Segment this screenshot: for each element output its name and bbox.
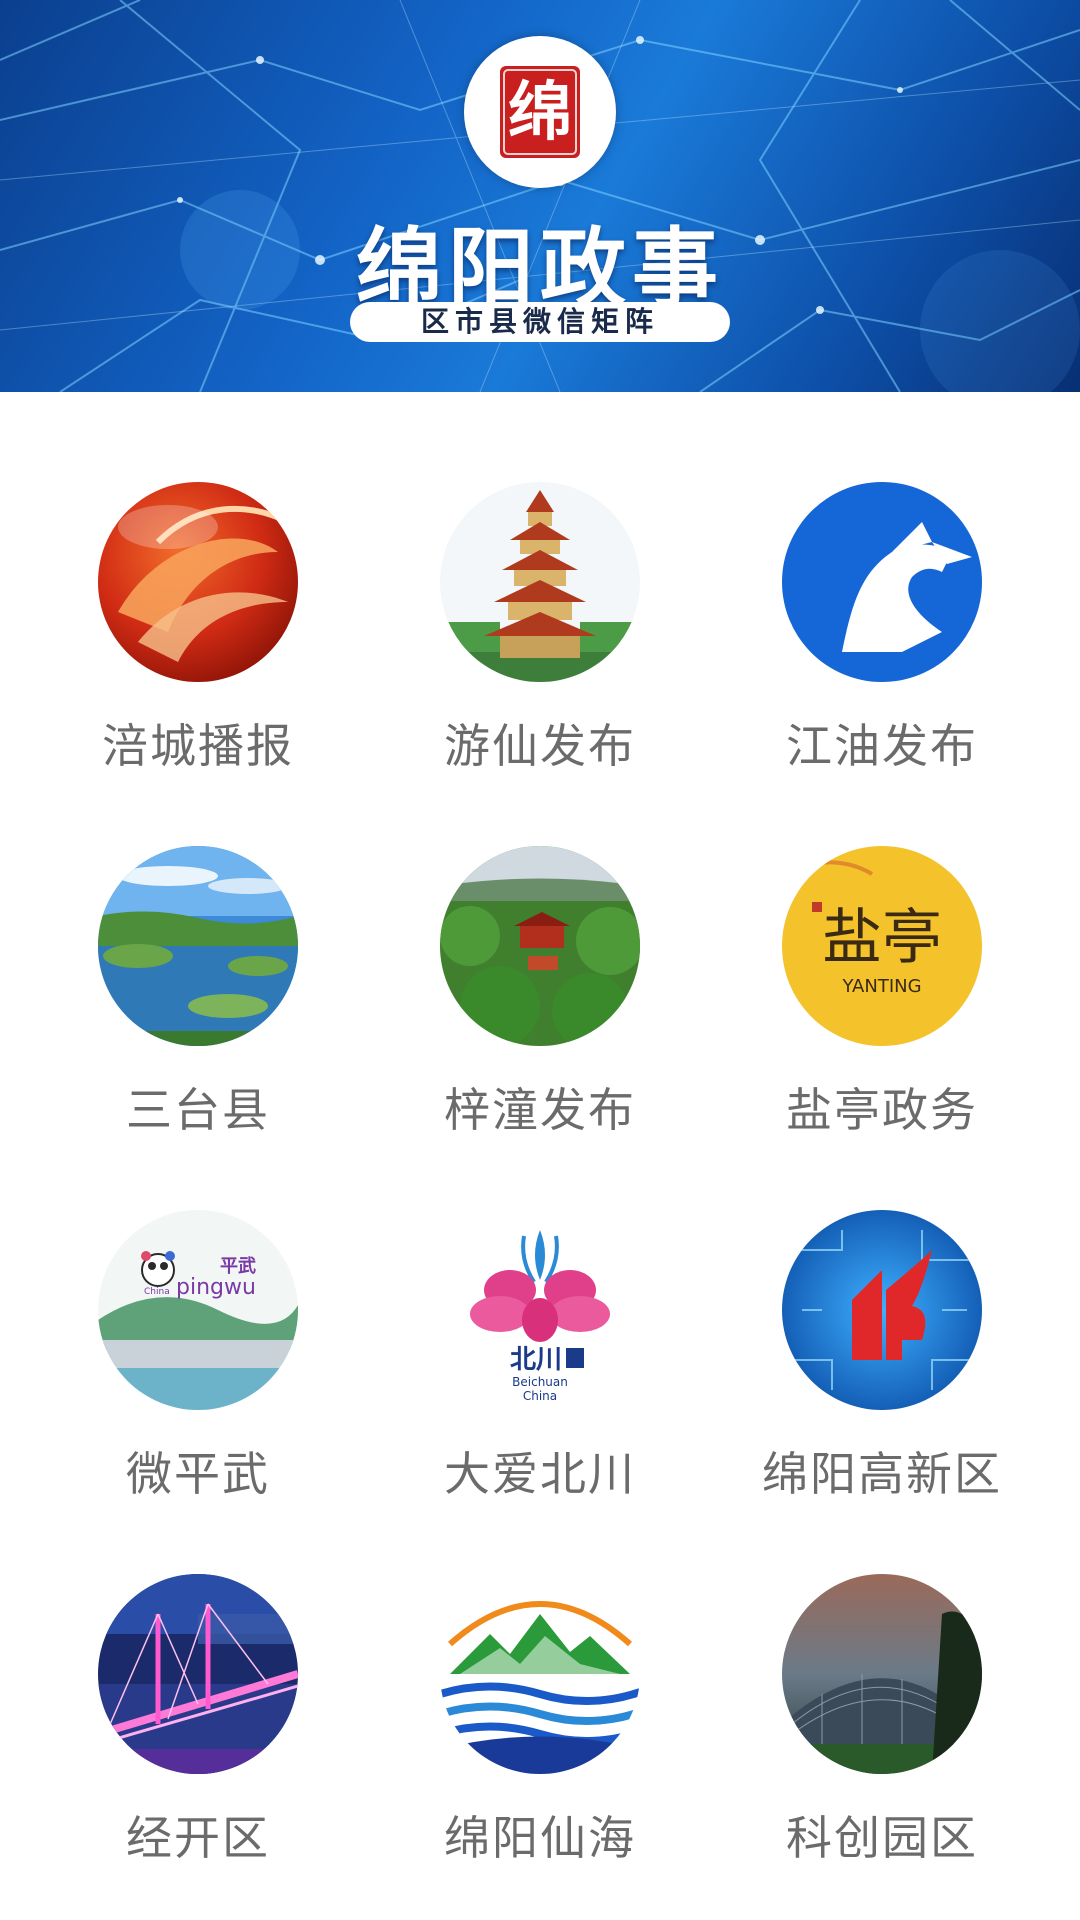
account-tile-jingkai[interactable]: 经开区 [48, 1484, 348, 1865]
account-label: 科创园区 [786, 1811, 978, 1865]
account-label: 绵阳仙海 [444, 1811, 636, 1865]
account-tile-pingwu[interactable]: China 平武 pingwu 微平武 [48, 1120, 348, 1501]
gaoxin-circuit-logo-icon [782, 1210, 982, 1410]
account-tile-fucheng[interactable]: 涪城播报 [48, 392, 348, 773]
kechuang-dome-photo-icon [782, 1574, 982, 1774]
svg-text:绵: 绵 [508, 75, 572, 150]
account-tile-kechuang[interactable]: 科创园区 [732, 1484, 1032, 1865]
account-tile-xianhai[interactable]: 绵阳仙海 [390, 1484, 690, 1865]
svg-text:China: China [144, 1287, 170, 1297]
page: 绵 绵阳政事 区市县微信矩阵 涪城播报 游仙发布 李白故里 江油发布 三台县 梓… [0, 0, 1080, 1920]
xianhai-mountain-logo-icon [440, 1574, 640, 1774]
account-tile-youxian[interactable]: 游仙发布 [390, 392, 690, 773]
yanting-logo-icon: 盐亭 YANTING [782, 846, 982, 1046]
account-grid: 涪城播报 游仙发布 李白故里 江油发布 三台县 梓潼发布 盐亭 YANTING … [0, 392, 1080, 1920]
fucheng-phoenix-logo-icon [98, 482, 298, 682]
pingwu-panda-logo-icon: China 平武 pingwu [98, 1210, 298, 1410]
svg-text:平武: 平武 [220, 1256, 256, 1277]
svg-text:盐亭: 盐亭 [822, 903, 942, 973]
svg-text:Beichuan: Beichuan [512, 1375, 568, 1389]
svg-text:YANTING: YANTING [841, 976, 921, 997]
svg-text:北川: 北川 [510, 1345, 562, 1375]
header-banner: 绵 绵阳政事 区市县微信矩阵 [0, 0, 1080, 392]
account-tile-jiangyou[interactable]: 李白故里 江油发布 [732, 392, 1032, 773]
svg-text:China: China [523, 1389, 557, 1403]
account-tile-gaoxin[interactable]: 绵阳高新区 [732, 1120, 1032, 1501]
mianyang-seal-logo: 绵 [464, 36, 616, 188]
account-tile-zitong[interactable]: 梓潼发布 [390, 756, 690, 1137]
svg-text:pingwu: pingwu [176, 1275, 256, 1300]
jingkai-bridge-photo-icon [98, 1574, 298, 1774]
account-tile-santai[interactable]: 三台县 [48, 756, 348, 1137]
youxian-pagoda-photo-icon [440, 482, 640, 682]
account-label: 经开区 [126, 1811, 270, 1865]
account-tile-yanting[interactable]: 盐亭 YANTING 盐亭政务 [732, 756, 1032, 1137]
jiangyou-libai-logo-icon: 李白故里 [782, 482, 982, 682]
svg-text:李白故里: 李白故里 [900, 653, 964, 672]
zitong-temple-photo-icon [440, 846, 640, 1046]
beichuan-flower-logo-icon: 北川 Beichuan China [440, 1210, 640, 1410]
page-subtitle: 区市县微信矩阵 [350, 302, 730, 342]
santai-lake-photo-icon [98, 846, 298, 1046]
account-tile-beichuan[interactable]: 北川 Beichuan China 大爱北川 [390, 1120, 690, 1501]
